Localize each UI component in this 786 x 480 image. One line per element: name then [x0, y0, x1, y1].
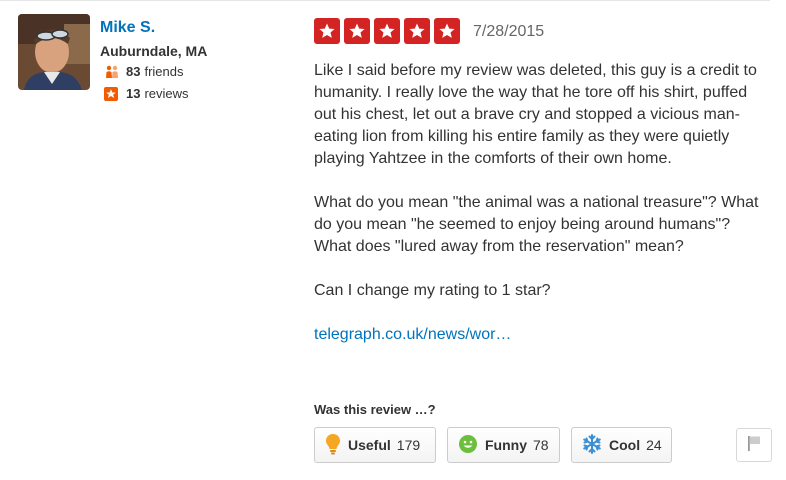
user-location: Auburndale, MA [100, 43, 208, 59]
cool-count: 24 [646, 437, 662, 453]
review-paragraph: Can I change my rating to 1 star? [314, 282, 551, 299]
vote-prompt: Was this review …? [314, 402, 436, 417]
useful-count: 179 [396, 437, 421, 453]
funny-label: Funny [485, 437, 527, 453]
flag-button[interactable] [736, 428, 772, 462]
top-divider [0, 0, 770, 1]
avatar[interactable] [18, 14, 90, 90]
reviews-count: 13 [126, 86, 141, 101]
useful-button[interactable]: Useful 179 [314, 427, 436, 463]
cool-button[interactable]: Cool 24 [571, 427, 672, 463]
cool-label: Cool [609, 437, 641, 453]
star-icon [404, 18, 430, 44]
friends-count: 83 [126, 64, 141, 79]
vote-buttons: Useful 179 Funny 78 Cool 24 [314, 427, 683, 463]
user-name[interactable]: Mike S. [100, 19, 155, 37]
review-date: 7/28/2015 [473, 23, 545, 40]
review-paragraph: Like I said before my review was deleted… [314, 62, 757, 167]
review-link[interactable]: telegraph.co.uk/news/wor… [314, 326, 511, 343]
star-icon [314, 18, 340, 44]
star-icon [374, 18, 400, 44]
funny-count: 78 [533, 437, 549, 453]
snowflake-icon [582, 433, 602, 457]
review-star-icon [104, 86, 120, 101]
star-icon [344, 18, 370, 44]
reviews-label: reviews [144, 86, 189, 101]
flag-icon [746, 434, 762, 457]
review-body: Like I said before my review was deleted… [314, 60, 764, 368]
funny-button[interactable]: Funny 78 [447, 427, 560, 463]
smiley-icon [458, 434, 478, 457]
reviews-stat: 13 reviews [104, 86, 189, 101]
lightbulb-icon [325, 433, 341, 458]
useful-label: Useful [348, 437, 391, 453]
review-paragraph: What do you mean "the animal was a natio… [314, 194, 759, 255]
friends-stat: 83 friends [104, 64, 184, 79]
star-icon [434, 18, 460, 44]
friends-icon [104, 65, 120, 79]
star-rating [314, 18, 464, 44]
friends-label: friends [144, 64, 184, 79]
